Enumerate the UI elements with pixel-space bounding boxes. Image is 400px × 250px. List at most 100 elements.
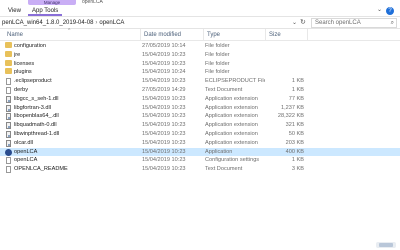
file-name: .eclipseproduct: [14, 78, 52, 85]
address-bar: penLCA_win64_1.8.0_2019-04-08 › openLCA ⌄ …: [0, 16, 400, 29]
ribbon-expand-icon[interactable]: ⌄: [377, 6, 382, 13]
file-size: 3 KB: [291, 166, 304, 173]
table-row[interactable]: openLCA 15/04/2019 10:23 Configuration set…: [0, 156, 400, 165]
file-date: 15/04/2019 10:23: [142, 78, 186, 85]
file-name: plugins: [14, 69, 32, 76]
ribbon: Manage openLCA View App Tools ⌄ ?: [0, 0, 400, 16]
file-date: 15/04/2019 10:23: [142, 95, 186, 102]
context-group-label: Manage: [43, 0, 61, 5]
breadcrumb[interactable]: penLCA_win64_1.8.0_2019-04-08 › openLCA: [0, 18, 292, 28]
file-icon: [6, 166, 11, 174]
column-header-date[interactable]: Date modified: [141, 29, 204, 41]
file-size: 1,237 KB: [280, 104, 304, 111]
search-icon[interactable]: ⌕: [391, 19, 394, 27]
search-input[interactable]: Search openLCA ⌕: [311, 18, 397, 28]
folder-icon: [5, 59, 12, 66]
column-header-size[interactable]: Size: [266, 29, 308, 41]
file-type: Application extension: [205, 113, 258, 120]
column-header: Name ^ Date modified Type Size: [0, 28, 400, 41]
file-date: 15/04/2019 10:23: [142, 130, 186, 137]
file-icon: [6, 157, 11, 165]
sort-arrow-icon: ^: [68, 28, 71, 34]
file-size: 1 KB: [291, 157, 304, 164]
file-date: 15/04/2019 10:23: [142, 139, 186, 146]
table-row[interactable]: openLCA 15/04/2019 10:23 Application 400 KB: [0, 147, 400, 157]
file-size: 400 KB: [285, 148, 304, 155]
file-date: 15/04/2019 10:23: [142, 113, 186, 120]
breadcrumb-item-openlca[interactable]: openLCA: [99, 20, 124, 26]
file-type: Application extension: [205, 122, 258, 129]
dll-icon: [6, 95, 11, 103]
file-type: Application: [205, 148, 233, 155]
table-row[interactable]: libgfortran-3.dll 15/04/2019 10:23 Applica…: [0, 104, 400, 113]
table-row[interactable]: derby 27/05/2019 14:29 Text Document 1 KB: [0, 86, 400, 95]
file-size: 1 KB: [291, 78, 304, 85]
chevron-down-icon[interactable]: ⌄: [292, 19, 297, 26]
file-date: 15/04/2019 10:23: [142, 166, 186, 173]
table-row[interactable]: OPENLCA_README 15/04/2019 10:23 Text Docum…: [0, 165, 400, 174]
file-name: libopenblas64_.dll: [14, 113, 59, 120]
window-title: openLCA: [82, 0, 103, 5]
breadcrumb-item-root[interactable]: penLCA_win64_1.8.0_2019-04-08: [2, 20, 93, 26]
file-name: libgfortran-3.dll: [14, 104, 51, 111]
file-size: 321 KB: [285, 122, 304, 129]
file-type: Application extension: [205, 104, 258, 111]
tab-app-tools[interactable]: App Tools: [28, 6, 63, 16]
table-row[interactable]: libwinpthread-1.dll 15/04/2019 10:23 Appli…: [0, 130, 400, 139]
table-row[interactable]: olcar.dll 15/04/2019 10:23 Application ext…: [0, 139, 400, 148]
table-row[interactable]: libopenblas64_.dll 15/04/2019 10:23 Applic…: [0, 112, 400, 121]
column-header-type[interactable]: Type: [204, 29, 266, 41]
file-icon: [6, 78, 11, 86]
column-header-name[interactable]: Name: [4, 29, 141, 41]
file-name: configuration: [14, 43, 47, 49]
tab-view[interactable]: View: [4, 6, 25, 16]
dll-icon: [6, 113, 11, 121]
file-type: File folder: [205, 43, 230, 49]
file-type: File folder: [205, 51, 230, 58]
file-name: libgcc_s_seh-1.dll: [14, 95, 59, 102]
file-name: OPENLCA_README: [14, 166, 68, 173]
table-row[interactable]: libgcc_s_seh-1.dll 15/04/2019 10:23 Applic…: [0, 95, 400, 104]
context-group-manage[interactable]: Manage: [28, 0, 76, 5]
table-row[interactable]: .eclipseproduct 15/04/2019 10:23 ECLIPSEPR…: [0, 77, 400, 86]
file-date: 15/04/2019 10:23: [142, 51, 186, 58]
file-date: 15/04/2019 10:23: [142, 122, 186, 129]
chevron-right-icon: ›: [95, 20, 98, 26]
file-size: 50 KB: [288, 130, 304, 137]
table-row[interactable]: configuration 27/05/2019 10:14 File folder: [0, 42, 400, 51]
file-name: libquadmath-0.dll: [14, 122, 57, 129]
file-name: openLCA: [14, 148, 38, 155]
table-row[interactable]: plugins 15/04/2019 10:24 File folder: [0, 68, 400, 77]
table-row[interactable]: jre 15/04/2019 10:23 File folder: [0, 50, 400, 60]
file-size: 203 KB: [285, 139, 304, 146]
dll-icon: [6, 104, 11, 112]
file-type: File folder: [205, 69, 230, 76]
table-row[interactable]: licenses 15/04/2019 10:23 File folder: [0, 59, 400, 69]
file-list: configuration 27/05/2019 10:14 File folder…: [0, 42, 400, 174]
file-name: jre: [14, 51, 21, 58]
help-icon[interactable]: ?: [386, 7, 394, 15]
dll-icon: [6, 122, 11, 130]
file-date: 27/05/2019 10:14: [142, 43, 186, 49]
file-icon: [6, 86, 11, 94]
file-type: Configuration settings: [205, 157, 260, 164]
taskbar-tray-icon: [376, 242, 396, 248]
file-date: 15/04/2019 10:23: [142, 157, 186, 164]
file-type: ECLIPSEPRODUCT File: [205, 78, 265, 85]
table-row[interactable]: libquadmath-0.dll 15/04/2019 10:23 Applica…: [0, 121, 400, 130]
refresh-icon[interactable]: ↻: [300, 18, 306, 26]
file-name: olcar.dll: [14, 139, 33, 146]
file-size: 28,322 KB: [277, 113, 304, 120]
folder-icon: [5, 42, 12, 48]
file-date: 15/04/2019 10:23: [142, 60, 186, 67]
file-name: libwinpthread-1.dll: [14, 130, 60, 137]
file-type: Application extension: [205, 139, 258, 146]
file-date: 15/04/2019 10:23: [142, 148, 186, 155]
app-icon: [5, 148, 12, 156]
folder-icon: [5, 68, 12, 75]
file-size: 1 KB: [291, 86, 304, 93]
file-type: Text Document: [205, 86, 243, 93]
file-size: 77 KB: [288, 95, 304, 102]
file-name: openLCA: [14, 157, 38, 164]
folder-icon: [5, 50, 12, 57]
